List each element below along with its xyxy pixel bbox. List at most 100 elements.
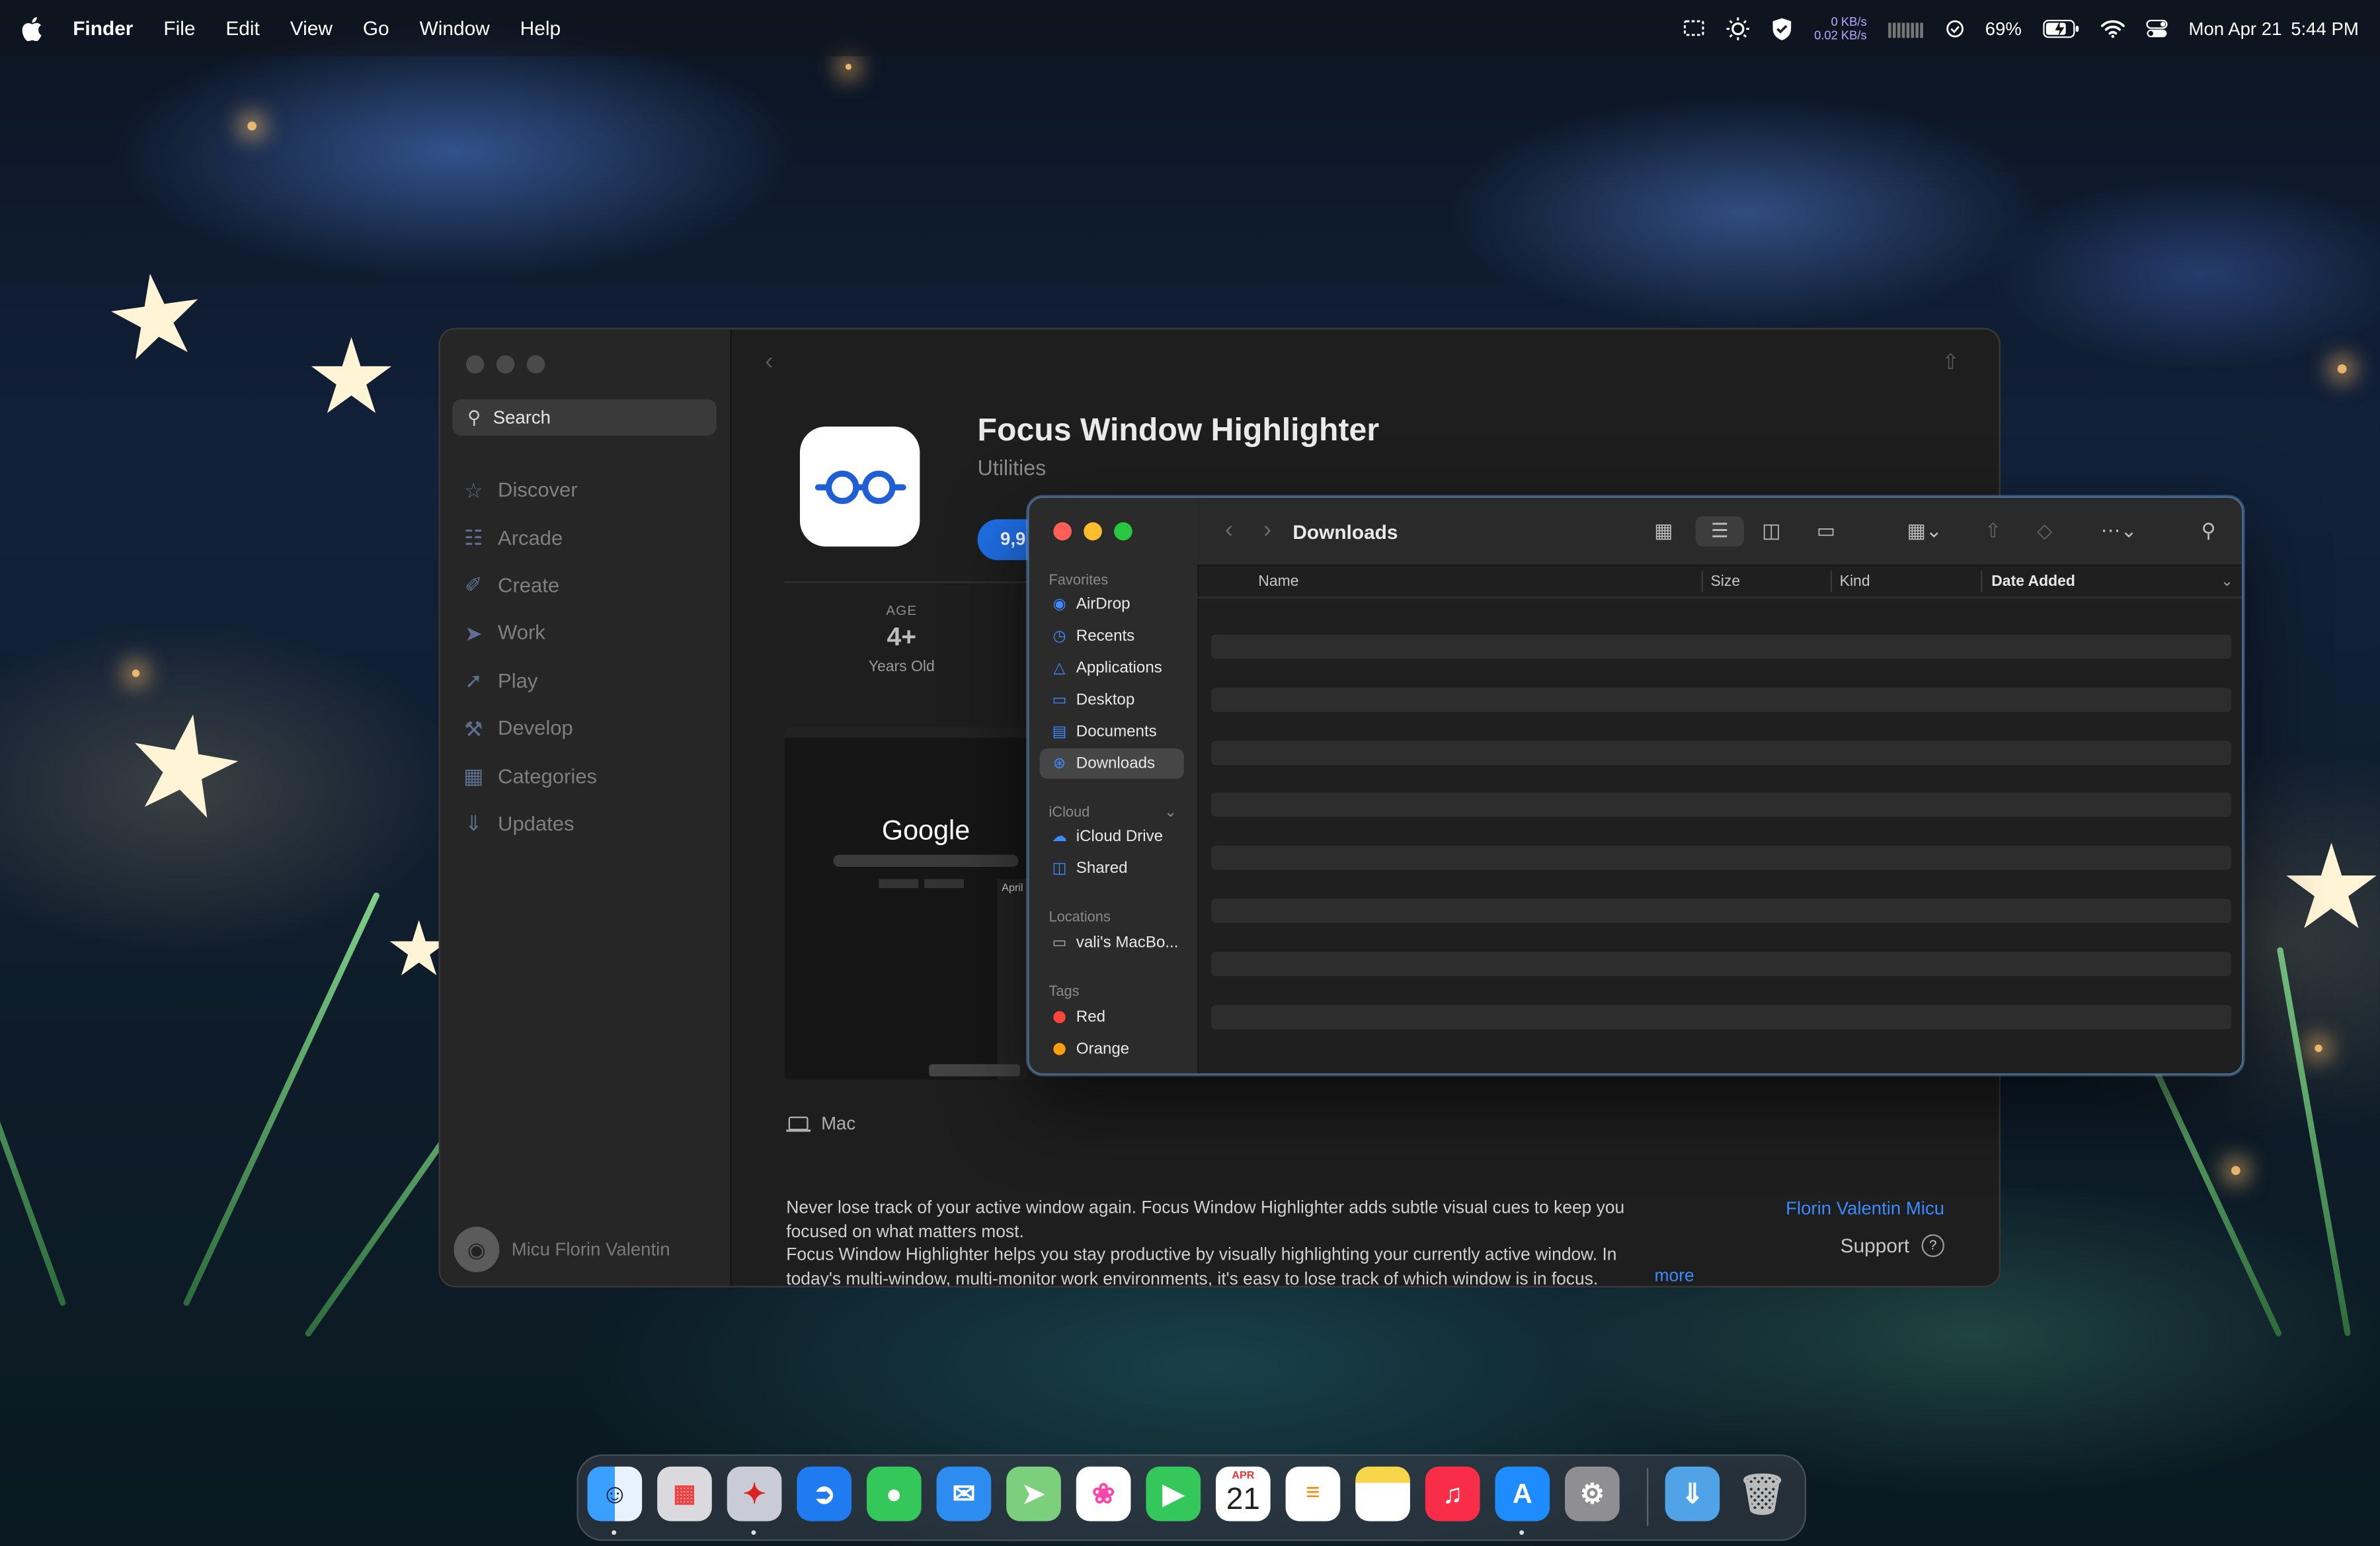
sidebar-item-shared[interactable]: ◫ Shared xyxy=(1040,853,1184,883)
calendar-icon[interactable]: APR 21 xyxy=(1216,1466,1271,1522)
close-button[interactable] xyxy=(1053,522,1072,541)
wallpaper-light xyxy=(247,121,257,131)
more-link[interactable]: more xyxy=(1648,1268,1694,1286)
shield-icon[interactable] xyxy=(1772,16,1793,40)
column-date-added[interactable]: Date Added xyxy=(1991,574,2075,590)
cpu-graph-icon[interactable] xyxy=(1887,19,1924,38)
battery-icon[interactable] xyxy=(2043,19,2079,38)
facetime-icon[interactable]: ▶ xyxy=(1146,1466,1201,1522)
system-settings-icon[interactable]: ⚙ xyxy=(1565,1466,1620,1522)
sidebar-item-airdrop[interactable]: ◉ AirDrop xyxy=(1040,589,1184,620)
menu-app-finder[interactable]: Finder xyxy=(73,17,133,39)
messages-icon[interactable]: ● xyxy=(866,1466,922,1522)
gallery-view-icon[interactable]: ▭ xyxy=(1809,516,1843,547)
section-favorites: Favorites xyxy=(1049,572,1109,589)
downloads-folder-icon[interactable]: ⇓ xyxy=(1665,1466,1720,1522)
back-chevron-icon[interactable]: ‹ xyxy=(1225,518,1233,545)
screen-mirroring-icon[interactable] xyxy=(1684,20,1705,36)
help-icon: ? xyxy=(1921,1234,1945,1258)
trash-icon[interactable]: 🗑 xyxy=(1735,1467,1790,1522)
zoom-button[interactable] xyxy=(1114,522,1132,541)
nav-work[interactable]: ➤ Work xyxy=(461,609,597,657)
developer-link[interactable]: Florin Valentin Micu xyxy=(1786,1198,1944,1219)
zoom-button[interactable] xyxy=(526,355,545,374)
minimize-button[interactable] xyxy=(496,355,515,374)
window-controls xyxy=(1053,522,1132,541)
sidebar-item-downloads[interactable]: ⊛ Downloads xyxy=(1039,748,1184,779)
app-store-icon[interactable]: A xyxy=(1495,1466,1550,1522)
support-link[interactable]: Support ? xyxy=(1840,1234,1945,1258)
wifi-icon[interactable] xyxy=(2100,19,2125,38)
brightness-icon[interactable] xyxy=(1726,16,1751,40)
apple-icon[interactable] xyxy=(21,16,42,40)
search-field[interactable]: ⚲ Search xyxy=(452,399,717,436)
safari-icon[interactable]: ➲ xyxy=(797,1466,852,1522)
grid-icon: ▦ xyxy=(463,763,484,788)
tag-icon[interactable]: ◇ xyxy=(2030,516,2060,547)
column-name[interactable]: Name xyxy=(1258,574,1298,590)
sidebar-item-applications[interactable]: △ Applications xyxy=(1040,653,1184,683)
nav-create[interactable]: ✐ Create xyxy=(461,561,597,609)
close-button[interactable] xyxy=(465,355,485,374)
app-category[interactable]: Utilities xyxy=(978,456,1047,480)
support-label: Support xyxy=(1840,1234,1910,1258)
download-icon: ⇓ xyxy=(464,811,483,836)
icon-view-icon[interactable]: ▦ xyxy=(1647,516,1681,547)
clock-check-icon[interactable] xyxy=(1946,19,1964,38)
music-icon[interactable]: ♫ xyxy=(1425,1466,1480,1522)
menubar-time[interactable]: 5:44 PM xyxy=(2291,17,2359,38)
back-chevron-icon[interactable]: ‹ xyxy=(765,349,773,376)
photos-icon[interactable]: ❀ xyxy=(1076,1466,1131,1522)
menu-go[interactable]: Go xyxy=(363,17,389,39)
chevron-down-icon[interactable]: ⌄ xyxy=(1164,805,1177,821)
sidebar-tag-red[interactable]: Red xyxy=(1040,1002,1184,1032)
control-center-icon[interactable] xyxy=(2146,19,2168,38)
nav-label: Work xyxy=(498,621,545,645)
sidebar-item-desktop[interactable]: ▭ Desktop xyxy=(1040,684,1184,715)
nav-play[interactable]: ➚ Play xyxy=(461,657,597,704)
search-icon[interactable]: ⚲ xyxy=(2192,516,2225,547)
nav-discover[interactable]: ☆ Discover xyxy=(461,466,597,514)
menubar-date[interactable]: Mon Apr 21 xyxy=(2189,17,2282,38)
laptop-icon xyxy=(786,1116,811,1131)
menu-file[interactable]: File xyxy=(163,17,195,39)
minimize-button[interactable] xyxy=(1084,522,1102,541)
battery-percent[interactable]: 69% xyxy=(1985,17,2022,38)
app-store-nav: ☆ Discover ☷ Arcade ✐ Create ➤ Work ➚ Play ⚒ D… xyxy=(461,466,597,848)
column-size[interactable]: Size xyxy=(1710,574,1740,590)
menu-edit[interactable]: Edit xyxy=(225,17,259,39)
account-button[interactable]: ◉ Micu Florin Valentin xyxy=(454,1227,670,1272)
list-view-icon[interactable]: ☰ xyxy=(1695,516,1744,547)
platform-row: Mac xyxy=(786,1113,855,1134)
network-stats[interactable]: 0 KB/s 0.02 KB/s xyxy=(1814,15,1867,42)
mail-icon[interactable]: ✉ xyxy=(936,1466,992,1522)
forward-chevron-icon[interactable]: › xyxy=(1263,518,1271,545)
column-kind[interactable]: Kind xyxy=(1840,574,1870,590)
share-icon[interactable]: ⇧ xyxy=(1942,349,1960,375)
sidebar-item-recents[interactable]: ◷ Recents xyxy=(1040,621,1184,651)
more-actions-icon[interactable]: ⋯⌄ xyxy=(2093,516,2145,547)
maps-icon[interactable]: ➤ xyxy=(1006,1466,1061,1522)
notes-icon[interactable] xyxy=(1355,1466,1410,1522)
menu-window[interactable]: Window xyxy=(420,17,490,39)
nav-updates[interactable]: ⇓ Updates xyxy=(461,799,597,847)
finder-icon[interactable]: ☺ xyxy=(587,1466,643,1522)
app-icon-dock[interactable]: ✦ xyxy=(727,1466,782,1522)
sort-chevron-icon[interactable]: ⌄ xyxy=(2221,574,2233,590)
menu-view[interactable]: View xyxy=(290,17,333,39)
reminders-icon[interactable]: ≡ xyxy=(1285,1466,1341,1522)
sidebar-tag-orange[interactable]: Orange xyxy=(1040,1034,1184,1065)
group-by-icon[interactable]: ▦⌄ xyxy=(1899,516,1950,547)
nav-categories[interactable]: ▦ Categories xyxy=(461,752,597,799)
share-icon[interactable]: ⇧ xyxy=(1978,516,2008,547)
app-description: Never lose track of your active window a… xyxy=(786,1199,1625,1286)
sidebar-item-icloud-drive[interactable]: ☁ iCloud Drive xyxy=(1040,821,1184,852)
column-view-icon[interactable]: ◫ xyxy=(1755,516,1788,547)
sidebar-item-macbook[interactable]: ▭ vali's MacBo... xyxy=(1040,928,1184,958)
sidebar-item-documents[interactable]: ▤ Documents xyxy=(1040,717,1184,747)
launchpad-icon[interactable]: ▦ xyxy=(657,1466,712,1522)
app-screenshot[interactable]: Google April xyxy=(784,727,1028,1080)
menu-help[interactable]: Help xyxy=(520,17,561,39)
nav-develop[interactable]: ⚒ Develop xyxy=(461,704,597,752)
nav-arcade[interactable]: ☷ Arcade xyxy=(461,514,597,561)
